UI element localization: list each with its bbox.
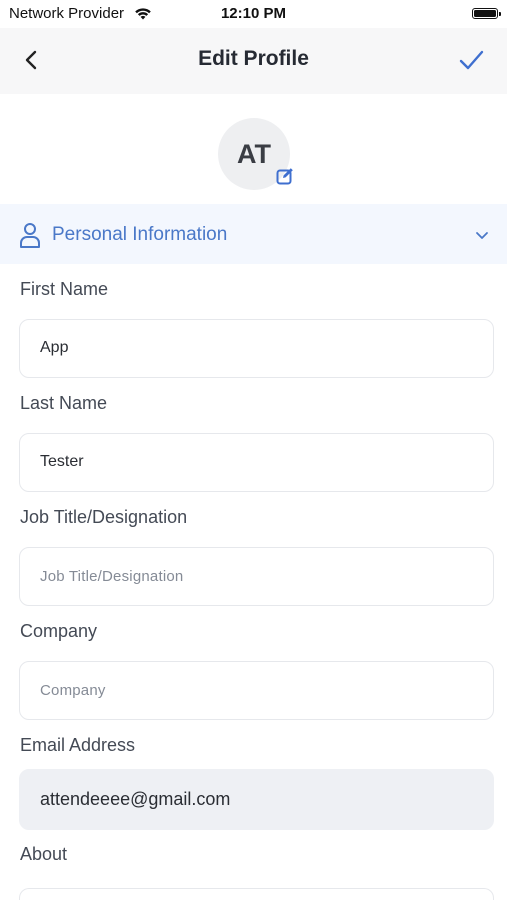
- last-name-field[interactable]: Tester: [19, 433, 494, 492]
- company-field[interactable]: Company: [19, 661, 494, 720]
- first-name-label: First Name: [20, 279, 109, 299]
- company-label: Company: [20, 621, 98, 641]
- battery-icon: [472, 8, 501, 19]
- person-icon: [20, 223, 40, 248]
- email-field: attendeeee@gmail.com: [19, 769, 494, 830]
- status-bar: Network Provider 12:10 PM: [0, 0, 507, 28]
- about-label: About: [20, 844, 68, 864]
- section-title: Personal Information: [52, 224, 228, 245]
- last-name-label: Last Name: [20, 393, 108, 413]
- company-placeholder: Company: [40, 682, 106, 699]
- first-name-value: App: [40, 339, 69, 356]
- about-field[interactable]: [19, 888, 494, 900]
- avatar-container: AT: [218, 118, 293, 190]
- nav-bar: Edit Profile: [0, 28, 507, 94]
- last-name-value: Tester: [40, 453, 84, 470]
- save-check-icon[interactable]: [457, 46, 485, 74]
- personal-information-section[interactable]: Personal Information: [0, 204, 507, 264]
- clock: 12:10 PM: [220, 5, 287, 22]
- email-label: Email Address: [20, 735, 136, 755]
- email-value: attendeeee@gmail.com: [40, 789, 231, 809]
- job-title-field[interactable]: Job Title/Designation: [19, 547, 494, 606]
- chevron-down-icon[interactable]: [475, 228, 489, 242]
- first-name-field[interactable]: App: [19, 319, 494, 378]
- job-title-placeholder: Job Title/Designation: [40, 568, 184, 585]
- page-title: Edit Profile: [198, 47, 309, 70]
- edit-avatar-icon[interactable]: [275, 166, 295, 186]
- job-title-label: Job Title/Designation: [20, 507, 188, 527]
